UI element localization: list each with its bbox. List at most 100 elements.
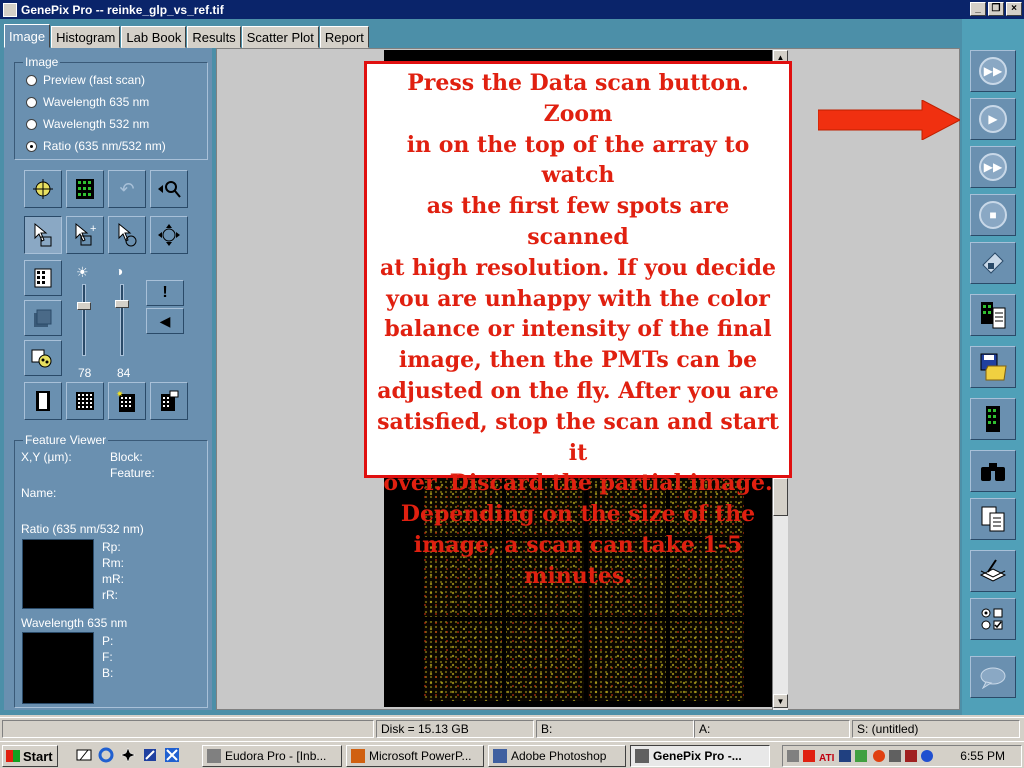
contrast-slider-thumb[interactable] [115,300,129,308]
block-mode-dropdown[interactable] [24,300,62,336]
radio-preview[interactable]: Preview (fast scan) [26,73,145,87]
wavelength-f-label: F: [102,650,113,664]
block-properties-button[interactable] [24,260,62,296]
task-label: Microsoft PowerP... [369,749,472,763]
zoom-in-button[interactable] [150,170,188,208]
move-tool-button[interactable] [150,216,188,254]
grid-block-button[interactable] [66,382,104,420]
crosshair-tool-button[interactable] [24,170,62,208]
gal-file-button[interactable] [970,398,1016,440]
quicklaunch-arrow-icon[interactable] [164,747,180,763]
feature-pointer-button[interactable] [108,216,146,254]
callout-line: Press the Data scan button. Zoom [407,70,749,127]
xy-label: X,Y (µm): [21,450,72,464]
image-group-title: Image [23,55,61,69]
wavelength-p-label: P: [102,634,114,648]
radio-wavelength-532[interactable]: Wavelength 532 nm [26,117,149,131]
ratio-mr-label: mR: [102,572,124,586]
minimize-button[interactable]: _ [970,2,986,16]
task-label: GenePix Pro -... [653,749,742,763]
left-control-panel: Image Preview (fast scan) Wavelength 635… [4,48,212,710]
stop-icon: ■ [979,201,1007,229]
quicklaunch-app-icon[interactable] [120,747,136,763]
brightness-slider-track[interactable] [82,284,86,356]
left-triangle-icon: ◀ [159,312,171,329]
restore-button[interactable]: ❐ [988,2,1004,16]
radio-635-circle[interactable] [26,96,37,108]
wavelength-preview-box [22,632,94,704]
single-image-button[interactable] [24,382,62,420]
tab-histogram[interactable]: Histogram [51,26,121,48]
scan-toolbar: ▶▶ ▶ ▶▶ ■ [964,48,1022,710]
collapse-arrow-button[interactable]: ◀ [146,308,184,334]
callout-line: as the first few spots are scanned [426,193,730,250]
undo-button[interactable]: ↶ [108,170,146,208]
radio-preview-circle[interactable] [26,74,37,86]
open-image-button[interactable] [970,294,1016,336]
copy-button[interactable] [970,498,1016,540]
options-button[interactable] [970,598,1016,640]
alert-button[interactable]: ! [146,280,184,306]
play-icon: ▶ [979,105,1007,133]
radio-ratio[interactable]: Ratio (635 nm/532 nm) [26,139,166,153]
status-b: B: [536,720,694,738]
status-disk: Disk = 15.13 GB [376,720,534,738]
start-button[interactable]: Start [2,745,58,767]
taskbar-genepix[interactable]: GenePix Pro -... [630,745,770,767]
radio-wavelength-635[interactable]: Wavelength 635 nm [26,95,149,109]
quicklaunch-tool-icon[interactable] [142,747,158,763]
windows-logo-icon [6,750,20,762]
stop-scan-button[interactable]: ■ [970,194,1016,236]
red-pointer-arrow [818,100,960,140]
save-open-button[interactable] [970,346,1016,388]
help-button[interactable] [970,656,1016,698]
crosshair-icon [33,179,53,199]
grid-properties-button[interactable] [150,382,188,420]
window-title-bar[interactable]: GenePix Pro -- reinke_glp_vs_ref.tif _ ❐… [0,0,1024,19]
internet-explorer-icon[interactable] [98,747,114,763]
data-scan-button[interactable]: ▶ [970,98,1016,140]
taskbar-photoshop[interactable]: Adobe Photoshop [488,745,626,767]
ratio-title: Ratio (635 nm/532 nm) [21,522,144,536]
pointer-add-icon: + [75,222,96,246]
brightness-slider-thumb[interactable] [77,302,91,310]
fast-forward-icon: ▶▶ [979,57,1007,85]
add-feature-button[interactable]: + [66,216,104,254]
callout-line: Depending on the size of the [400,501,756,528]
callout-line: you are unhappy with the color [386,285,770,312]
line-average-scan-button[interactable]: ▶▶ [970,146,1016,188]
tab-report[interactable]: Report [319,26,369,48]
close-button[interactable]: × [1006,2,1022,16]
select-pointer-button[interactable] [24,216,62,254]
contrast-slider-track[interactable] [120,284,124,356]
callout-line: image, then the PMTs can be [398,347,758,374]
radio-ratio-circle[interactable] [26,140,37,152]
show-desktop-icon[interactable] [76,747,92,763]
tab-lab-book[interactable]: Lab Book [121,26,187,48]
feature-spots-icon [31,349,52,368]
tab-results[interactable]: Results [187,26,241,48]
tray-icons[interactable]: ATI [787,747,937,765]
find-button[interactable] [970,450,1016,492]
dot-grid-icon [76,392,94,410]
tab-scatter-plot[interactable]: Scatter Plot [241,26,319,48]
scroll-down-button[interactable]: ▼ [773,694,788,708]
brightness-value: 78 [78,366,92,380]
zoom-magnifier-icon [158,181,181,198]
svg-text:ATI: ATI [819,753,835,764]
photoshop-icon [493,749,507,763]
window-title: GenePix Pro -- reinke_glp_vs_ref.tif [21,2,224,17]
status-bar: Disk = 15.13 GB B: A: S: (untitled) [0,717,1024,739]
taskbar-eudora[interactable]: Eudora Pro - [Inb... [202,745,342,767]
feature-mode-dropdown[interactable] [24,340,62,376]
tab-image[interactable]: Image [4,24,51,48]
grid-view-button[interactable] [66,170,104,208]
radio-532-circle[interactable] [26,118,37,130]
taskbar-powerpoint[interactable]: Microsoft PowerP... [346,745,484,767]
hardware-settings-button[interactable] [970,242,1016,284]
print-report-button[interactable] [970,550,1016,592]
grid-image-icon [76,179,94,199]
preview-scan-button[interactable]: ▶▶ [970,50,1016,92]
new-grid-button[interactable]: ✷ [108,382,146,420]
pointer-circle-icon [118,222,137,247]
